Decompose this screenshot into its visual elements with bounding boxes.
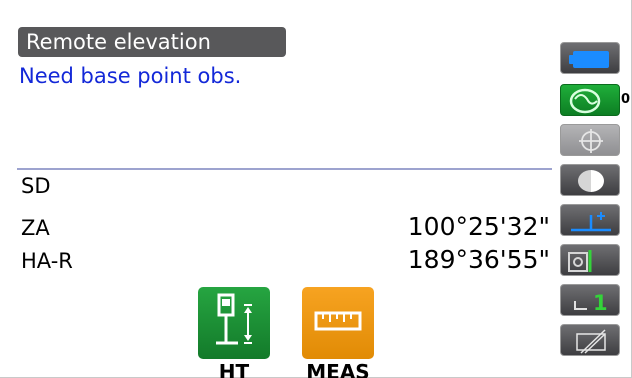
input-icon — [576, 329, 606, 354]
za-value: 100°25'32" — [407, 212, 550, 241]
ruler-icon — [314, 311, 362, 331]
page-title: Remote elevation — [18, 27, 286, 57]
za-label: ZA — [21, 216, 50, 240]
prism-icon — [568, 250, 592, 272]
face-icon — [578, 170, 604, 192]
face-button[interactable] — [560, 164, 620, 196]
page-icon: 1 — [574, 291, 608, 315]
input-mode-button[interactable] — [560, 324, 620, 356]
target-button[interactable] — [560, 124, 620, 156]
battery-status[interactable] — [560, 42, 620, 74]
instrument-height-icon — [216, 293, 252, 345]
sd-label: SD — [21, 174, 51, 198]
tilt-icon — [569, 88, 601, 114]
status-message: Need base point obs. — [19, 64, 242, 88]
page-number: 1 — [593, 291, 608, 315]
ht-button[interactable] — [198, 287, 270, 359]
divider — [17, 168, 552, 170]
page-button[interactable]: 1 — [560, 284, 620, 316]
meas-button[interactable] — [302, 287, 374, 359]
instrument-screen: Remote elevation Need base point obs. SD… — [0, 0, 632, 378]
battery-icon — [569, 51, 609, 68]
tilt-value: 0 — [620, 92, 630, 107]
prism-button[interactable] — [560, 244, 620, 276]
meas-label: MEAS — [306, 360, 370, 378]
target-icon — [579, 129, 603, 153]
ha-r-value: 189°36'55" — [407, 245, 550, 274]
tilt-button[interactable]: 0 — [560, 84, 630, 116]
instrument-height-icon — [571, 212, 611, 232]
instrument-height-button[interactable] — [560, 204, 620, 236]
ht-label: HT — [218, 360, 250, 378]
ha-r-label: HA-R — [21, 249, 73, 273]
